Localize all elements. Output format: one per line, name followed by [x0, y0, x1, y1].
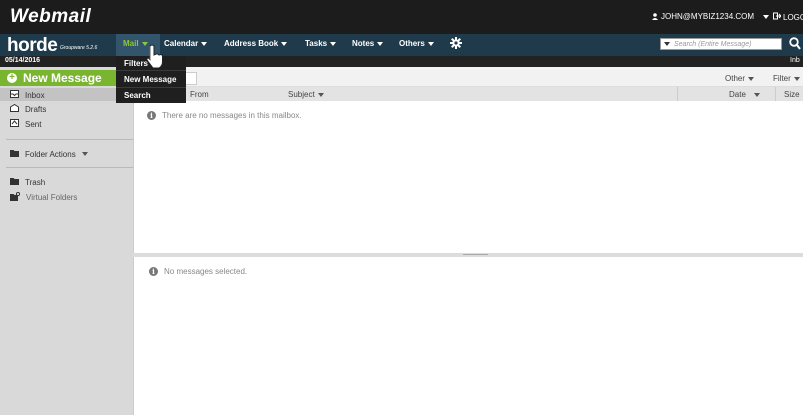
empty-mailbox-text: There are no messages in this mailbox.: [162, 111, 302, 120]
horde-logo[interactable]: horde: [7, 35, 58, 57]
column-subject[interactable]: Subject: [288, 90, 324, 99]
trash-icon: [10, 177, 19, 187]
nav-address-book-label: Address Book: [224, 39, 279, 48]
nav-tasks-label: Tasks: [305, 39, 328, 48]
filter-label: Filter: [773, 74, 791, 83]
sidebar-item-virtual-folders[interactable]: Virtual Folders: [10, 191, 78, 203]
column-header: [133, 87, 803, 101]
menu-item-new-message[interactable]: New Message: [124, 75, 176, 84]
nav-calendar-label: Calendar: [164, 39, 199, 48]
sent-icon: [10, 119, 19, 129]
nav-mail-label: Mail: [123, 39, 139, 48]
nav-others-label: Others: [399, 39, 425, 48]
logout-link[interactable]: LOGO: [773, 12, 803, 22]
chevron-down-icon: [317, 92, 324, 97]
folder-icon: [10, 149, 19, 159]
search-input[interactable]: Search (Entire Message): [660, 38, 782, 50]
mouse-cursor-icon: [143, 44, 165, 72]
menu-divider: [116, 87, 186, 88]
logout-label: LOGO: [783, 12, 803, 22]
menu-item-search[interactable]: Search: [124, 91, 151, 100]
preview-notice-text: No messages selected.: [164, 267, 248, 276]
sidebar-item-trash[interactable]: Trash: [10, 177, 45, 187]
chevron-down-icon: [81, 152, 88, 156]
chevron-down-icon: [753, 92, 760, 97]
new-message-button[interactable]: + New Message: [0, 70, 110, 86]
chevron-down-icon: [427, 41, 434, 46]
info-icon: i: [149, 267, 158, 276]
drafts-icon: [10, 103, 19, 114]
sidebar-item-label: Sent: [25, 119, 42, 129]
search-scope-icon: [664, 42, 670, 46]
nav-calendar[interactable]: Calendar: [164, 39, 208, 48]
search-icon[interactable]: [789, 37, 801, 52]
chevron-down-icon: [793, 76, 800, 81]
column-divider: [775, 87, 776, 101]
sidebar-item-inbox[interactable]: Inbox: [10, 90, 45, 100]
chevron-down-icon: [748, 76, 755, 81]
folder-actions-menu[interactable]: Folder Actions: [10, 149, 88, 159]
sidebar-item-label: Drafts: [25, 104, 47, 114]
inbox-icon: [10, 90, 19, 100]
sidebar-item-sent[interactable]: Sent: [10, 119, 41, 129]
other-label: Other: [725, 74, 746, 83]
sidebar-divider: [6, 167, 133, 168]
column-divider: [677, 87, 678, 101]
horde-version: Groupware 5.2.6: [60, 45, 98, 51]
brand-logo: Webmail: [10, 6, 92, 27]
user-icon: [652, 13, 658, 20]
message-list-toolbar: [133, 67, 803, 87]
column-date-label: Date: [729, 90, 746, 99]
new-message-label: New Message: [23, 71, 102, 85]
toolbar-tab-edge: [186, 72, 197, 85]
sidebar-item-label: Virtual Folders: [26, 193, 78, 202]
sidebar-divider: [6, 139, 133, 140]
column-size-label: Size: [784, 90, 800, 99]
plus-icon: +: [7, 73, 17, 83]
chevron-down-icon: [330, 41, 337, 46]
mailbox-title: Inb: [790, 57, 800, 64]
sidebar-item-label: Trash: [25, 177, 46, 187]
splitter-handle[interactable]: [463, 254, 488, 255]
nav-notes-label: Notes: [352, 39, 375, 48]
column-from-label: From: [190, 90, 209, 99]
nav-tasks[interactable]: Tasks: [305, 39, 337, 48]
other-menu[interactable]: Other: [725, 74, 755, 83]
column-from[interactable]: From: [190, 90, 209, 99]
nav-others[interactable]: Others: [399, 39, 434, 48]
logout-icon: [773, 12, 782, 22]
filter-menu[interactable]: Filter: [773, 74, 800, 83]
chevron-down-icon: [763, 14, 770, 19]
column-subject-label: Subject: [288, 90, 315, 99]
nav-address-book[interactable]: Address Book: [224, 39, 288, 48]
info-icon: i: [147, 111, 156, 120]
gear-icon[interactable]: [450, 37, 462, 51]
user-email: JOHN@MYBIZ1234.COM: [661, 12, 755, 21]
sidebar-item-label: Inbox: [25, 90, 45, 100]
pane-border: [133, 101, 134, 415]
column-size[interactable]: Size: [784, 90, 800, 99]
search-placeholder: Search (Entire Message): [674, 40, 752, 48]
chevron-down-icon: [377, 41, 384, 46]
empty-mailbox-notice: i There are no messages in this mailbox.: [147, 111, 302, 120]
nav-notes[interactable]: Notes: [352, 39, 384, 48]
chevron-down-icon: [201, 41, 208, 46]
virtual-folder-icon: [10, 191, 21, 203]
current-date: 05/14/2016: [5, 57, 41, 64]
chevron-down-icon: [281, 41, 288, 46]
user-menu[interactable]: JOHN@MYBIZ1234.COM: [652, 12, 770, 21]
folder-actions-label: Folder Actions: [25, 149, 76, 159]
sidebar-item-drafts[interactable]: Drafts: [10, 103, 47, 114]
column-date[interactable]: Date: [729, 90, 760, 99]
preview-notice: i No messages selected.: [149, 267, 247, 276]
